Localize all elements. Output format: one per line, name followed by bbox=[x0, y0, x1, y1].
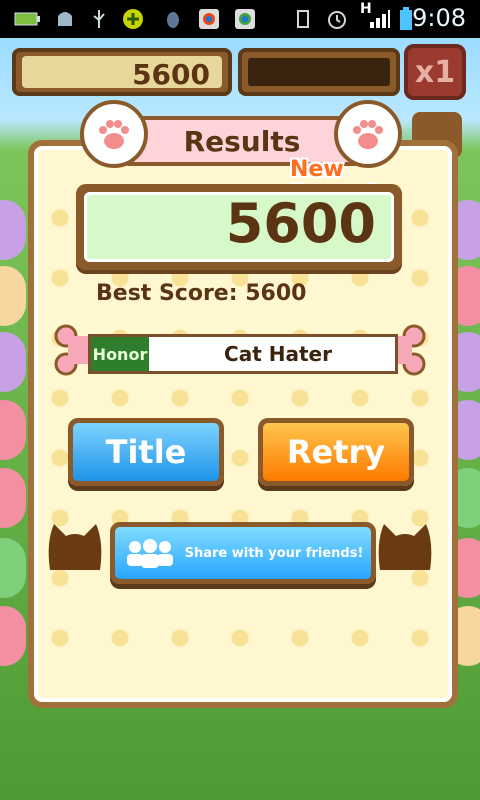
chrome-app-icon bbox=[196, 7, 222, 31]
vibrate-icon bbox=[290, 7, 316, 31]
honor-banner: Honor Cat Hater bbox=[54, 318, 426, 384]
clock: 9:08 bbox=[412, 4, 466, 32]
retry-button[interactable]: Retry bbox=[258, 418, 414, 486]
best-score: Best Score: 5600 bbox=[96, 281, 306, 306]
cat-silhouette-icon bbox=[378, 524, 432, 570]
cat-ball bbox=[0, 266, 26, 326]
cat-ball bbox=[0, 468, 26, 528]
honor-bar: Honor Cat Hater bbox=[88, 334, 398, 374]
signal-icon: H bbox=[360, 1, 394, 31]
bug-icon bbox=[160, 7, 186, 31]
cat-ball bbox=[0, 200, 26, 260]
cat-ball bbox=[0, 538, 26, 598]
paw-icon bbox=[80, 100, 148, 168]
usb-icon bbox=[88, 7, 110, 31]
chrome-app-icon bbox=[232, 7, 258, 31]
hud-score-box: 5600 bbox=[12, 48, 232, 96]
multiplier-badge: x1 bbox=[404, 44, 466, 100]
honor-value: Cat Hater bbox=[224, 342, 332, 366]
network-type-label: H bbox=[360, 1, 372, 17]
share-label: Share with your friends! bbox=[184, 545, 364, 561]
alarm-icon bbox=[324, 7, 350, 31]
best-score-value: 5600 bbox=[245, 281, 307, 306]
share-button[interactable]: Share with your friends! bbox=[110, 522, 376, 584]
final-score: 5600 bbox=[225, 192, 376, 255]
status-bar: H 9:08 bbox=[0, 0, 480, 38]
cat-ball bbox=[0, 606, 26, 666]
best-score-label: Best Score: bbox=[96, 281, 238, 306]
friends-icon bbox=[126, 539, 173, 568]
final-score-box: 5600 bbox=[76, 184, 402, 270]
cat-ball bbox=[0, 332, 26, 392]
title-button[interactable]: Title bbox=[68, 418, 224, 486]
cat-ball bbox=[0, 400, 26, 460]
plus-icon bbox=[120, 7, 146, 31]
honor-tag: Honor bbox=[91, 337, 149, 371]
android-icon bbox=[52, 7, 78, 31]
fever-gauge bbox=[238, 48, 400, 96]
hud-score: 5600 bbox=[132, 58, 210, 91]
battery-level-icon bbox=[14, 7, 42, 31]
results-title: Results bbox=[183, 124, 301, 158]
cat-silhouette-icon bbox=[48, 524, 102, 570]
